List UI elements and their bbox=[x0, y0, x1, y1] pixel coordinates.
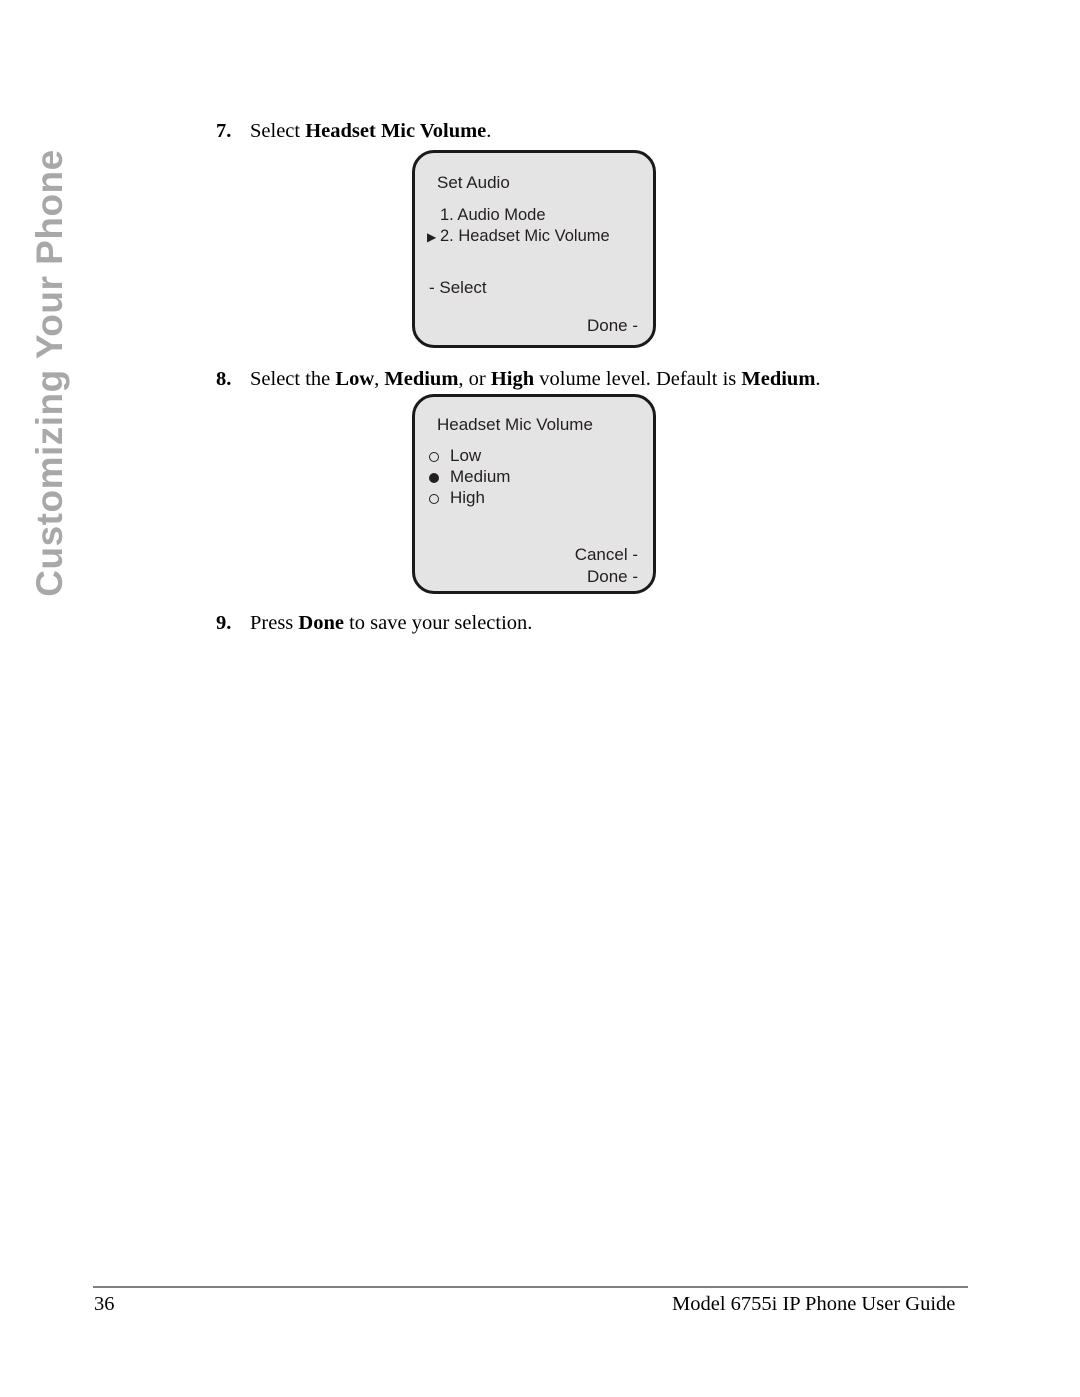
radio-option-label: Medium bbox=[450, 467, 511, 487]
step-text-fragment: , bbox=[374, 368, 385, 390]
screen-title: Headset Mic Volume bbox=[437, 415, 593, 434]
screen-title: Set Audio bbox=[437, 173, 510, 192]
step-text-fragment: volume level. Default is bbox=[534, 368, 742, 390]
radio-selected-icon bbox=[429, 472, 439, 483]
step-text-emphasis: Headset Mic Volume bbox=[305, 120, 487, 142]
footer-divider bbox=[93, 1286, 968, 1288]
step-text: Press Done to save your selection. bbox=[250, 611, 532, 637]
radio-option-medium[interactable]: Medium bbox=[429, 467, 510, 488]
step-item-9: 9. Press Done to save your selection. bbox=[216, 611, 532, 637]
softkey-select[interactable]: - Select bbox=[429, 278, 487, 298]
step-number: 9. bbox=[216, 612, 232, 634]
step-text: Select Headset Mic Volume. bbox=[250, 119, 491, 145]
chapter-tab-label: Customizing Your Phone bbox=[29, 149, 70, 597]
radio-option-low[interactable]: Low bbox=[429, 446, 510, 467]
step-text: Select the Low, Medium, or High volume l… bbox=[250, 367, 821, 393]
menu-list: 1. Audio Mode ▶ 2. Headset Mic Volume bbox=[427, 205, 610, 247]
step-item-8: 8. Select the Low, Medium, or High volum… bbox=[216, 367, 821, 393]
menu-item-label: 2. Headset Mic Volume bbox=[440, 227, 610, 246]
radio-option-label: Low bbox=[450, 446, 482, 466]
step-text-fragment: to save your selection. bbox=[343, 612, 533, 634]
page-number: 36 bbox=[94, 1293, 115, 1315]
radio-unselected-icon bbox=[429, 451, 439, 462]
step-text-fragment: . bbox=[815, 368, 821, 390]
step-text-emphasis: Medium bbox=[384, 368, 459, 390]
softkey-cancel[interactable]: Cancel - bbox=[575, 545, 638, 565]
softkey-done[interactable]: Done - bbox=[587, 567, 638, 587]
volume-option-list: Low Medium High bbox=[429, 446, 510, 509]
document-title: Model 6755i IP Phone User Guide bbox=[672, 1293, 956, 1315]
step-number: 7. bbox=[216, 120, 232, 142]
step-text-fragment: Select bbox=[250, 120, 306, 142]
menu-item-label: 1. Audio Mode bbox=[440, 206, 546, 224]
step-text-emphasis: High bbox=[490, 368, 535, 390]
selection-arrow-icon: ▶ bbox=[427, 230, 437, 245]
phone-screen-headset-mic-volume: Headset Mic Volume Low Medium High Cance… bbox=[412, 394, 656, 594]
step-text-emphasis: Done bbox=[298, 612, 344, 634]
step-text-fragment: , or bbox=[458, 368, 491, 390]
step-item-7: 7. Select Headset Mic Volume. bbox=[216, 119, 491, 145]
step-text-fragment: . bbox=[486, 120, 492, 142]
softkey-done[interactable]: Done - bbox=[587, 316, 638, 336]
menu-item[interactable]: ▶ 2. Headset Mic Volume bbox=[427, 226, 610, 247]
chapter-tab: Customizing Your Phone bbox=[0, 0, 110, 700]
step-text-fragment: Select the bbox=[250, 368, 336, 390]
step-text-emphasis: Low bbox=[335, 368, 375, 390]
phone-screen-set-audio: Set Audio 1. Audio Mode ▶ 2. Headset Mic… bbox=[412, 150, 656, 348]
menu-item[interactable]: 1. Audio Mode bbox=[427, 205, 610, 226]
radio-unselected-icon bbox=[429, 493, 439, 504]
step-text-emphasis: Medium bbox=[741, 368, 816, 390]
step-text-fragment: Press bbox=[250, 612, 299, 634]
radio-option-label: High bbox=[450, 488, 485, 508]
step-number: 8. bbox=[216, 368, 232, 390]
radio-option-high[interactable]: High bbox=[429, 488, 510, 509]
